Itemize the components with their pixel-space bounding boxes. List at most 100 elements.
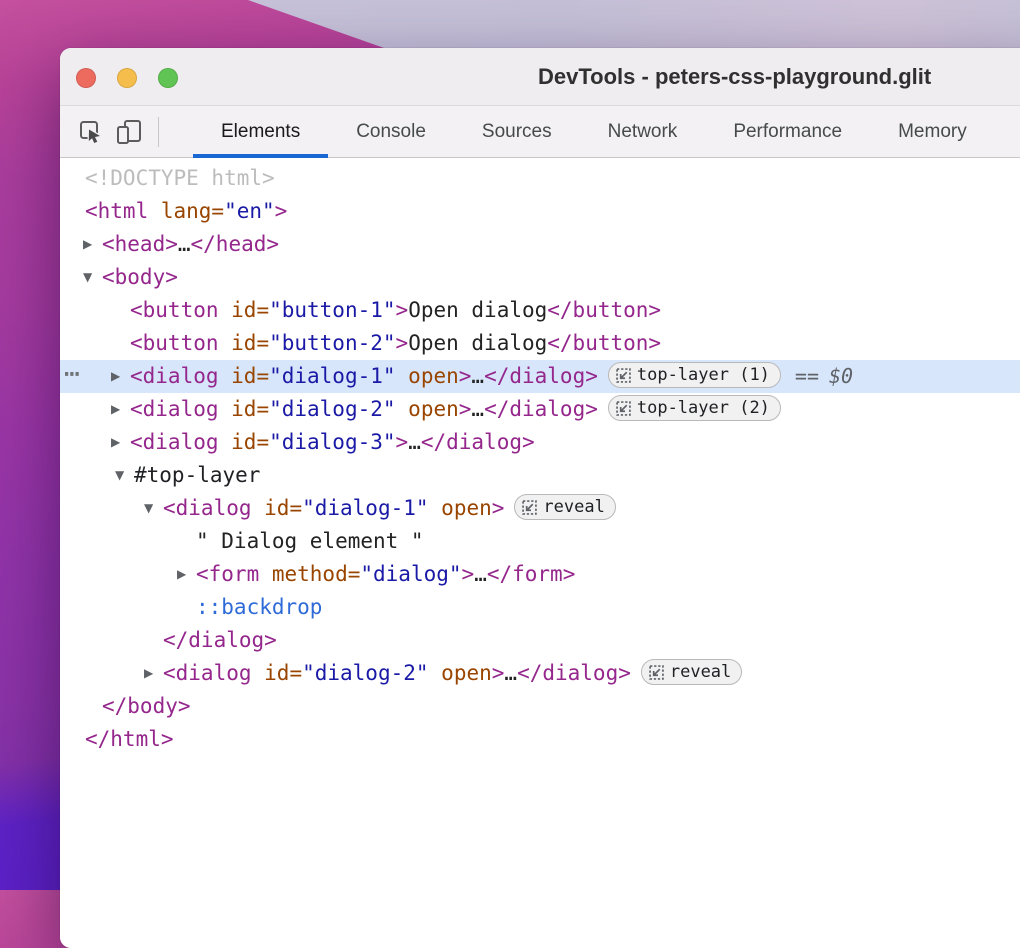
tab-sources[interactable]: Sources [454,106,580,158]
tab-memory[interactable]: Memory [870,106,995,158]
code-token: … [178,232,191,256]
expand-arrow-icon[interactable]: ▶ [144,657,153,690]
code-token: <dialog [163,496,252,520]
code-token: </button> [547,331,661,355]
dom-tree-row[interactable]: <button id="button-2">Open dialog</butto… [60,327,1020,360]
dom-tree-row[interactable]: <button id="button-1">Open dialog</butto… [60,294,1020,327]
tab-console[interactable]: Console [328,106,454,158]
dollar-zero-variable: $0 [829,364,853,388]
code-token: id= [219,397,270,421]
dom-tree-row[interactable]: </body> [60,690,1020,723]
code-token: "dialog-1" [302,496,428,520]
expand-arrow-icon[interactable]: ▶ [177,558,186,591]
code-token: "dialog-1" [269,364,395,388]
tab-performance[interactable]: Performance [705,106,870,158]
code-token: </dialog> [517,661,631,685]
code-token: open [429,496,492,520]
titlebar[interactable]: DevTools - peters-css-playground.glit [60,48,1020,106]
code-token: "button-1" [269,298,395,322]
expand-arrow-icon[interactable]: ▶ [111,360,120,393]
dom-tree-row[interactable]: </html> [60,723,1020,756]
dom-tree-row[interactable]: ▼<dialog id="dialog-1" open>reveal [60,492,1020,525]
collapse-arrow-icon[interactable]: ▼ [144,492,153,525]
code-token: </dialog> [484,397,598,421]
collapse-arrow-icon[interactable]: ▼ [83,261,92,294]
code-token: > [275,199,288,223]
zoom-button[interactable] [158,68,178,88]
code-token: <dialog [130,430,219,454]
code-token: " Dialog element " [196,529,424,553]
elements-tree: <!DOCTYPE html> <html lang="en">▶<head>…<… [60,158,1020,948]
badge-label: reveal [670,656,731,689]
badge-label: top-layer (2) [637,392,770,425]
code-token: </dialog> [163,628,277,652]
code-token: Open dialog [408,298,547,322]
expand-arrow-icon[interactable]: ▶ [111,426,120,459]
inspect-element-button[interactable] [78,119,104,145]
code-token: <!DOCTYPE html> [85,166,275,190]
toolbar-separator [158,117,159,147]
dom-tree-row[interactable]: <!DOCTYPE html> [60,162,1020,195]
code-token: <body> [102,265,178,289]
reveal-badge[interactable]: reveal [514,494,615,520]
code-token: … [474,562,487,586]
code-token: id= [219,364,270,388]
reveal-target-icon [616,401,631,416]
minimize-button[interactable] [117,68,137,88]
code-token: <dialog [130,397,219,421]
tab-elements[interactable]: Elements [193,106,328,158]
code-token: > [396,430,409,454]
dom-tree-row[interactable]: ::backdrop [60,591,1020,624]
collapse-arrow-icon[interactable]: ▼ [115,459,124,492]
device-toolbar-icon [116,119,142,145]
code-token: </form> [487,562,576,586]
code-token: </head> [191,232,280,256]
badge-label: top-layer (1) [637,359,770,392]
code-token: > [459,397,472,421]
device-toolbar-button[interactable] [116,119,142,145]
dom-tree-row[interactable]: ▶<form method="dialog">…</form> [60,558,1020,591]
reveal-target-icon [522,500,537,515]
more-actions-icon[interactable]: ⋯ [64,358,81,391]
dom-tree-row[interactable]: ▶<head>…</head> [60,228,1020,261]
code-token: > [492,496,505,520]
code-token: open [396,397,459,421]
inspect-cursor-icon [78,119,104,145]
dom-tree-row[interactable]: ▼ #top-layer [60,459,1020,492]
code-token: lang= [148,199,224,223]
top-layer-badge[interactable]: top-layer (2) [608,395,781,421]
code-token: <button [130,331,219,355]
code-token: "dialog" [360,562,461,586]
reveal-target-icon [649,665,664,680]
devtools-window: DevTools - peters-css-playground.glit El… [60,48,1020,948]
dom-tree-row[interactable]: ▶<dialog id="dialog-2" open>…</dialog>to… [60,393,1020,426]
badge-label: reveal [543,491,604,524]
devtools-toolbar: ElementsConsoleSourcesNetworkPerformance… [60,106,1020,158]
dom-tree-row[interactable]: </dialog> [60,624,1020,657]
code-token: > [462,562,475,586]
expand-arrow-icon[interactable]: ▶ [111,393,120,426]
code-token: <dialog [130,364,219,388]
dom-tree-row[interactable]: ▶<dialog id="dialog-3">…</dialog> [60,426,1020,459]
dom-tree-row[interactable]: ▼ <body> [60,261,1020,294]
code-token: id= [219,298,270,322]
code-token: <dialog [163,661,252,685]
code-token: #top-layer [134,463,260,487]
dom-tree-row[interactable]: " Dialog element " [60,525,1020,558]
code-token: "button-2" [269,331,395,355]
dom-tree-row[interactable]: <html lang="en"> [60,195,1020,228]
code-token: </dialog> [484,364,598,388]
expand-arrow-icon[interactable]: ▶ [83,228,92,261]
tab-bar: ElementsConsoleSourcesNetworkPerformance… [193,106,995,158]
console-variable-hint: ==$0 [795,364,853,388]
code-token: … [471,364,484,388]
top-layer-badge[interactable]: top-layer (1) [608,362,781,388]
tab-network[interactable]: Network [580,106,706,158]
dom-tree-row[interactable]: ▶<dialog id="dialog-2" open>…</dialog>re… [60,657,1020,690]
dom-tree-row[interactable]: ⋯▶<dialog id="dialog-1" open>…</dialog>t… [60,360,1020,393]
close-button[interactable] [76,68,96,88]
code-token: id= [252,661,303,685]
code-token: > [459,364,472,388]
reveal-badge[interactable]: reveal [641,659,742,685]
code-token: … [408,430,421,454]
